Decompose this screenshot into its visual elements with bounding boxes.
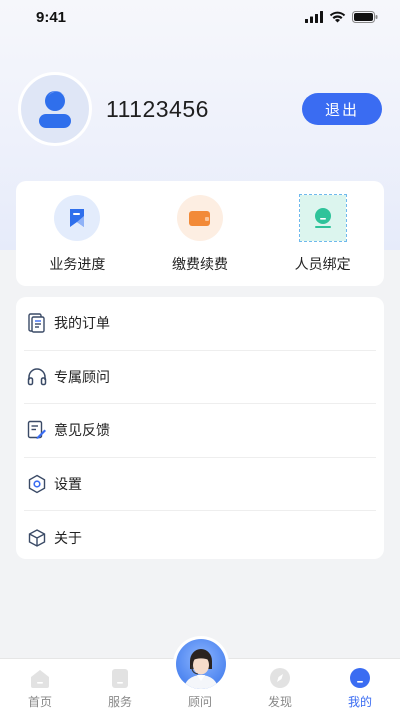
tab-label: 首页: [27, 695, 52, 709]
profile-header: 11123456 退出: [18, 72, 382, 146]
menu-item-orders[interactable]: 我的订单: [24, 297, 376, 351]
tab-label: 发现: [267, 695, 292, 709]
username: 11123456: [106, 95, 209, 122]
settings-icon: [26, 473, 48, 495]
order-icon: [26, 312, 48, 334]
tab-service[interactable]: 服务: [85, 659, 155, 711]
user-avatar[interactable]: [18, 72, 92, 146]
discover-icon: [269, 667, 291, 689]
menu-item-label: 专属顾问: [54, 369, 110, 386]
flag-icon: [54, 195, 101, 241]
user-avatar-icon: [39, 91, 71, 128]
service-icon: [109, 667, 131, 689]
status-time: 9:41: [36, 8, 67, 26]
wifi-icon: [329, 11, 346, 23]
logout-button[interactable]: 退出: [302, 93, 382, 125]
home-icon: [29, 667, 51, 689]
tab-discover[interactable]: 发现: [245, 659, 315, 711]
advisor-avatar-image: [176, 639, 226, 689]
profile-icon: [349, 667, 371, 689]
quick-action-binding[interactable]: 人员绑定: [268, 194, 378, 274]
menu-item-label: 我的订单: [54, 316, 110, 333]
status-bar: 9:41: [0, 0, 400, 34]
quick-actions-card: 业务进度 缴费续费 人员绑定: [16, 181, 384, 286]
menu-item-feedback[interactable]: 意见反馈: [24, 404, 376, 458]
headphones-icon: [26, 366, 48, 388]
quick-action-payment[interactable]: 缴费续费: [145, 195, 255, 274]
tab-label: 我的: [347, 695, 372, 709]
status-icons: [305, 11, 378, 23]
quick-action-label: 人员绑定: [294, 257, 351, 273]
tab-label: 服务: [107, 695, 132, 709]
menu-item-about[interactable]: 关于: [24, 511, 376, 565]
menu-item-advisor[interactable]: 专属顾问: [24, 351, 376, 404]
quick-action-label: 缴费续费: [171, 257, 228, 273]
feedback-icon: [26, 419, 48, 441]
menu-item-label: 关于: [54, 530, 82, 547]
tab-label: 顾问: [187, 695, 212, 709]
menu-item-label: 意见反馈: [54, 423, 110, 440]
tab-home[interactable]: 首页: [5, 659, 75, 711]
signal-icon: [305, 11, 323, 23]
battery-icon: [352, 11, 378, 23]
menu-item-label: 设置: [54, 476, 82, 493]
advisor-avatar[interactable]: [173, 636, 229, 692]
tab-profile[interactable]: 我的: [325, 659, 395, 711]
quick-action-progress[interactable]: 业务进度: [22, 195, 132, 274]
quick-action-label: 业务进度: [49, 257, 106, 273]
wallet-icon: [176, 195, 223, 241]
person-icon: [298, 194, 347, 242]
advisor-person-icon: [184, 649, 218, 689]
menu-list: 我的订单 专属顾问 意见反馈 设置 关于: [16, 297, 384, 559]
menu-item-settings[interactable]: 设置: [24, 458, 376, 511]
cube-icon: [26, 527, 48, 549]
